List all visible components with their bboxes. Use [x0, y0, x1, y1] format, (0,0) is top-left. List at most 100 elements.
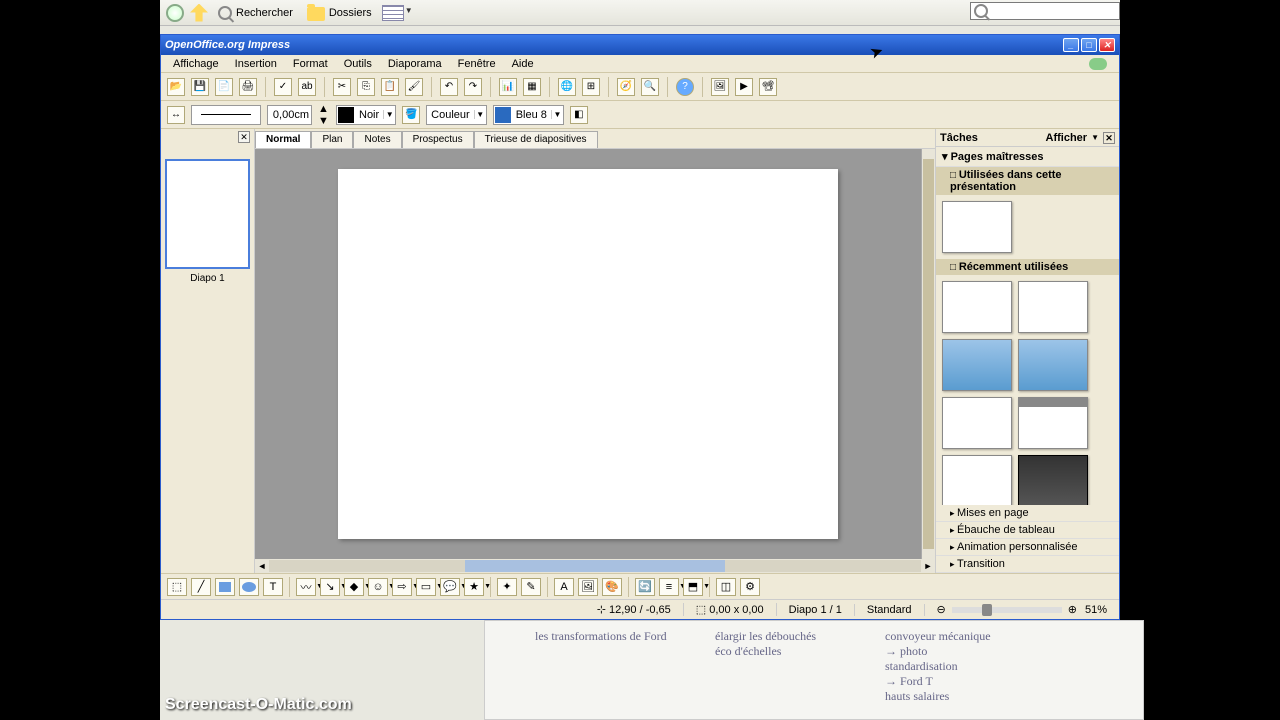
open-icon[interactable]: 📂 [167, 78, 185, 96]
fill-color-select[interactable]: Bleu 8 ▼ [493, 105, 564, 125]
spin-up[interactable]: ▲ [318, 103, 330, 115]
callout-icon[interactable]: 💬▼ [440, 578, 460, 596]
navigator-icon[interactable]: 🧭 [617, 78, 635, 96]
points-icon[interactable]: ✦ [497, 578, 517, 596]
line-tool-icon[interactable]: ╱ [191, 578, 211, 596]
zoom-in-icon[interactable]: ⊕ [1068, 603, 1077, 616]
copy-icon[interactable]: ⎘ [357, 78, 375, 96]
ellipse-tool-icon[interactable] [239, 578, 259, 596]
connector-tool-icon[interactable]: ↘▼ [320, 578, 340, 596]
spin-down[interactable]: ▼ [318, 115, 330, 127]
zoom-out-icon[interactable]: ⊖ [937, 603, 946, 616]
extrusion-icon[interactable]: ◫ [716, 578, 736, 596]
master-recent-1[interactable] [942, 281, 1012, 333]
close-tasks-panel-icon[interactable]: ✕ [1103, 132, 1115, 144]
basic-shapes-icon[interactable]: ◆▼ [344, 578, 364, 596]
curve-tool-icon[interactable]: 〰▼ [296, 578, 316, 596]
close-slides-panel-icon[interactable]: ✕ [238, 131, 250, 143]
chart-icon[interactable]: 📊 [499, 78, 517, 96]
slide-canvas[interactable] [338, 169, 838, 539]
slide-show-icon[interactable]: ▶ [735, 78, 753, 96]
stars-icon[interactable]: ★▼ [464, 578, 484, 596]
back-icon[interactable] [166, 4, 184, 22]
zoom-slider[interactable] [952, 607, 1062, 613]
save-icon[interactable]: 💾 [191, 78, 209, 96]
slide-thumbnail-1[interactable] [165, 159, 250, 269]
menu-outils[interactable]: Outils [336, 57, 380, 71]
arrange-icon[interactable]: ⬒▼ [683, 578, 703, 596]
update-icon[interactable] [1089, 58, 1107, 70]
line-width-input[interactable] [267, 105, 312, 125]
master-recent-4[interactable] [1018, 339, 1088, 391]
tasks-view-menu[interactable]: Afficher [1046, 132, 1088, 144]
presentation-icon[interactable]: 📽 [759, 78, 777, 96]
horizontal-scrollbar[interactable]: ◄ ► [255, 559, 935, 573]
maximize-button[interactable]: □ [1081, 38, 1097, 52]
titlebar[interactable]: OpenOffice.org Impress _ □ ✕ [161, 35, 1119, 55]
folders-button[interactable]: Dossiers [303, 3, 376, 23]
zoom-icon[interactable]: 🔍 [641, 78, 659, 96]
search-button[interactable]: Rechercher [214, 4, 297, 22]
symbol-shapes-icon[interactable]: ☺▼ [368, 578, 388, 596]
format-paint-icon[interactable]: 🖌 [405, 78, 423, 96]
block-arrows-icon[interactable]: ⇨▼ [392, 578, 412, 596]
export-pdf-icon[interactable]: 📄 [215, 78, 233, 96]
section-pages-maitresses[interactable]: ▾ Pages maîtresses [936, 147, 1119, 167]
tab-normal[interactable]: Normal [255, 131, 311, 148]
tab-prospectus[interactable]: Prospectus [402, 131, 474, 148]
tasks-view-dropdown-icon[interactable]: ▼ [1091, 133, 1099, 142]
zoom-percent[interactable]: 51% [1085, 604, 1107, 616]
from-file-icon[interactable]: 🖼 [578, 578, 598, 596]
paste-icon[interactable]: 📋 [381, 78, 399, 96]
vertical-scrollbar[interactable] [921, 149, 935, 559]
master-recent-8[interactable] [1018, 455, 1088, 505]
select-tool-icon[interactable]: ⬚ [167, 578, 187, 596]
close-button[interactable]: ✕ [1099, 38, 1115, 52]
master-recent-5[interactable] [942, 397, 1012, 449]
tab-notes[interactable]: Notes [353, 131, 401, 148]
tab-trieuse[interactable]: Trieuse de diapositives [474, 131, 598, 148]
menu-affichage[interactable]: Affichage [165, 57, 227, 71]
text-tool-icon[interactable]: T [263, 578, 283, 596]
scroll-left-icon[interactable]: ◄ [255, 561, 269, 571]
tab-plan[interactable]: Plan [311, 131, 353, 148]
shadow-icon[interactable]: ◧ [570, 106, 588, 124]
fontwork-icon[interactable]: A [554, 578, 574, 596]
redo-icon[interactable]: ↷ [464, 78, 482, 96]
alignment-icon[interactable]: ≡▼ [659, 578, 679, 596]
cut-icon[interactable]: ✂ [333, 78, 351, 96]
glue-points-icon[interactable]: ✎ [521, 578, 541, 596]
explorer-search-input[interactable] [970, 2, 1120, 20]
gallery-drawing-icon[interactable]: 🎨 [602, 578, 622, 596]
menu-aide[interactable]: Aide [504, 57, 542, 71]
menu-insertion[interactable]: Insertion [227, 57, 285, 71]
rectangle-tool-icon[interactable] [215, 578, 235, 596]
print-icon[interactable]: 🖨 [239, 78, 257, 96]
master-recent-6[interactable] [1018, 397, 1088, 449]
section-mises-en-page[interactable]: Mises en page [936, 505, 1119, 522]
gallery-icon[interactable]: 🖼 [711, 78, 729, 96]
section-animation[interactable]: Animation personnalisée [936, 539, 1119, 556]
menu-fenetre[interactable]: Fenêtre [450, 57, 504, 71]
section-ebauche-tableau[interactable]: Ébauche de tableau [936, 522, 1119, 539]
slide-canvas-zone[interactable] [255, 149, 921, 559]
master-current[interactable] [942, 201, 1012, 253]
arrow-style-icon[interactable]: ↔ [167, 106, 185, 124]
spellcheck-icon[interactable]: ✓ [274, 78, 292, 96]
interaction-icon[interactable]: ⚙ [740, 578, 760, 596]
table-icon[interactable]: ▦ [523, 78, 541, 96]
line-style-select[interactable] [191, 105, 261, 125]
rotate-icon[interactable]: 🔄 [635, 578, 655, 596]
views-dropdown-icon[interactable] [382, 5, 404, 21]
grid-icon[interactable]: ⊞ [582, 78, 600, 96]
master-recent-2[interactable] [1018, 281, 1088, 333]
undo-icon[interactable]: ↶ [440, 78, 458, 96]
flowchart-icon[interactable]: ▭▼ [416, 578, 436, 596]
menu-format[interactable]: Format [285, 57, 336, 71]
hyperlink-icon[interactable]: 🌐 [558, 78, 576, 96]
scroll-right-icon[interactable]: ► [921, 561, 935, 571]
minimize-button[interactable]: _ [1063, 38, 1079, 52]
fill-type-select[interactable]: Couleur ▼ [426, 105, 487, 125]
help-icon[interactable]: ? [676, 78, 694, 96]
up-folder-icon[interactable] [190, 4, 208, 22]
